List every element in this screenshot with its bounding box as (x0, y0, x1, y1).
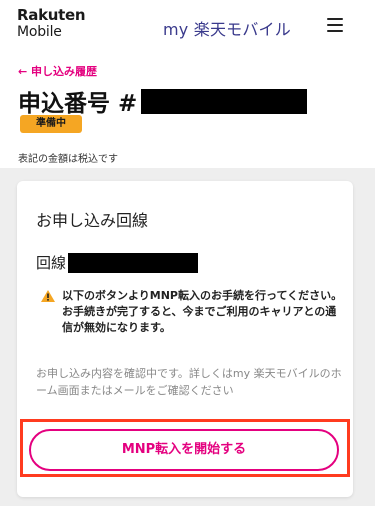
mnp-notice: 以下のボタンよりMNP転入のお手続を行ってください。お手続きが完了すると、今まで… (36, 280, 346, 356)
page-title-text: 申込番号 # (18, 91, 138, 117)
hamburger-menu-icon[interactable] (327, 18, 343, 32)
redacted-application-number (141, 88, 308, 114)
notice-text: 以下のボタンよりMNP転入のお手続を行ってください。お手続きが完了すると、今まで… (62, 289, 343, 334)
line-row: 回線 (36, 252, 199, 273)
start-mnp-transfer-button[interactable]: MNP転入を開始する (29, 429, 339, 471)
logo-line1: Rakuten (17, 6, 86, 24)
line-label: 回線 (36, 254, 67, 272)
warning-icon (41, 290, 55, 302)
status-badge: 準備中 (20, 115, 82, 133)
header-title[interactable]: my 楽天モバイル (163, 16, 291, 40)
redacted-line-number (68, 252, 199, 273)
tax-note: 表記の金額は税込です (18, 154, 118, 165)
rakuten-mobile-logo[interactable]: Rakuten Mobile (17, 6, 87, 40)
page-title: 申込番号 # (18, 84, 308, 118)
back-to-application-history-link[interactable]: ← 申し込み履歴 (18, 63, 97, 79)
confirmation-text: お申し込み内容を確認中です。詳しくはmy 楽天モバイルのホーム画面またはメールを… (36, 367, 342, 397)
logo-line2: Mobile (17, 24, 62, 40)
card-title: お申し込み回線 (36, 211, 149, 230)
app-header: Rakuten Mobile my 楽天モバイル (0, 0, 375, 56)
